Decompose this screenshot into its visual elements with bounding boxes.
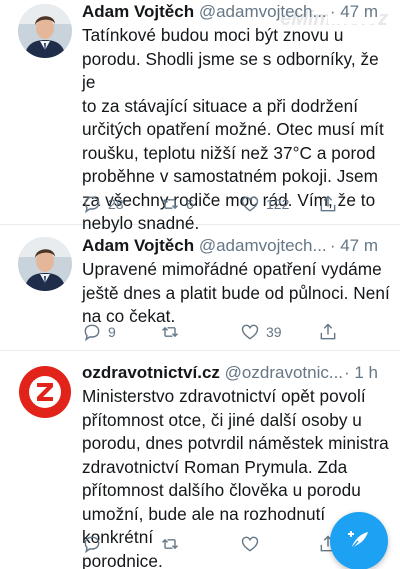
- tweet-text-line: roušku, teplotu nižší než 37°C a porod: [82, 142, 376, 163]
- like-count: 39: [266, 324, 282, 340]
- reply-button[interactable]: [82, 534, 102, 554]
- tweet-text-line: přítomnost otce, či jiné další osoby u: [82, 409, 362, 430]
- like-button[interactable]: 39: [240, 322, 282, 342]
- compose-tweet-button[interactable]: [330, 512, 388, 569]
- retweet-button[interactable]: [160, 322, 186, 342]
- retweet-icon: [161, 538, 179, 550]
- reply-button[interactable]: 28: [82, 194, 124, 214]
- tweet-text-line: určitých opatření možné. Otec musí mít: [82, 119, 384, 139]
- heart-icon: [241, 536, 259, 552]
- retweet-icon: [161, 326, 179, 338]
- tweet[interactable]: Adam Vojtěch @adamvojtech... · 47 m Upra…: [0, 225, 400, 351]
- tweet-text-line: zdravotnictví Roman Prymula. Zda: [82, 456, 348, 477]
- tweet-text-line: porodu, dnes potvrdil náměstek ministra: [82, 433, 389, 453]
- author-name[interactable]: Adam Vojtěch: [82, 236, 194, 255]
- tweet-text-line: přítomnost dalšího člověka u porodu: [82, 480, 361, 500]
- heart-icon: [241, 196, 259, 212]
- tweet-text-line: porodu. Shodli jsme se s odborníky, že j…: [82, 48, 379, 93]
- tweet-text: Upravené mimořádné opatření vydáme ještě…: [82, 258, 390, 329]
- tweet-text-line: Tatínkové budou moci být znovu u: [82, 25, 344, 45]
- timestamp[interactable]: · 47 m: [327, 0, 378, 24]
- share-button[interactable]: [318, 194, 338, 214]
- reply-count: 9: [108, 324, 116, 340]
- reply-count: 28: [108, 196, 124, 212]
- timestamp[interactable]: · 47 m: [327, 234, 378, 258]
- retweet-button[interactable]: 6: [160, 194, 194, 214]
- author-handle[interactable]: @ozdravotnic...: [225, 363, 343, 382]
- tweet-text-line: Ministerstvo zdravotnictví opět povolí: [82, 386, 366, 406]
- like-count: 122: [266, 196, 290, 212]
- share-icon: [320, 323, 336, 340]
- retweet-button[interactable]: [160, 534, 180, 554]
- reply-button[interactable]: 9: [82, 322, 116, 342]
- avatar[interactable]: [18, 237, 72, 291]
- reply-icon: [84, 536, 100, 554]
- tweet-text-line: to za stávající situace a při dodržení: [82, 95, 359, 116]
- author-name[interactable]: ozdravotnictví.cz: [82, 363, 220, 382]
- tweet-header: ozdravotnictví.cz @ozdravotnic... · 1 h: [82, 361, 390, 385]
- compose-feather-icon: [348, 531, 368, 550]
- tweet-text-line: proběhne v samostatném pokoji. Jsem: [82, 166, 378, 186]
- tweet-header: Adam Vojtěch @adamvojtech... · 47 m: [82, 0, 390, 24]
- reply-icon: [84, 196, 100, 214]
- tweet-actions: 9 39: [82, 322, 400, 344]
- author-handle[interactable]: @adamvojtech...: [199, 236, 327, 255]
- avatar[interactable]: [18, 4, 72, 58]
- timestamp[interactable]: · 1 h: [341, 361, 378, 385]
- retweet-icon: [161, 198, 179, 210]
- avatar[interactable]: [18, 365, 72, 419]
- tweet[interactable]: Adam Vojtěch @adamvojtech... · 47 m Tatí…: [0, 0, 400, 233]
- author-handle[interactable]: @adamvojtech...: [199, 2, 327, 21]
- tweet-text-line: Upravené mimořádné opatření vydáme: [82, 259, 382, 279]
- share-icon: [320, 195, 336, 212]
- author-name[interactable]: Adam Vojtěch: [82, 2, 194, 21]
- tweet-actions: 28 6 122: [82, 194, 400, 216]
- tweet-header: Adam Vojtěch @adamvojtech... · 47 m: [82, 234, 390, 258]
- like-button[interactable]: 122: [240, 194, 289, 214]
- like-button[interactable]: [240, 534, 260, 554]
- reply-icon: [84, 324, 100, 342]
- retweet-count: 6: [186, 196, 194, 212]
- heart-icon: [241, 324, 259, 340]
- share-button[interactable]: [318, 322, 338, 342]
- tweet-text-line: ještě dnes a platit bude od půlnoci. Nen…: [82, 282, 390, 303]
